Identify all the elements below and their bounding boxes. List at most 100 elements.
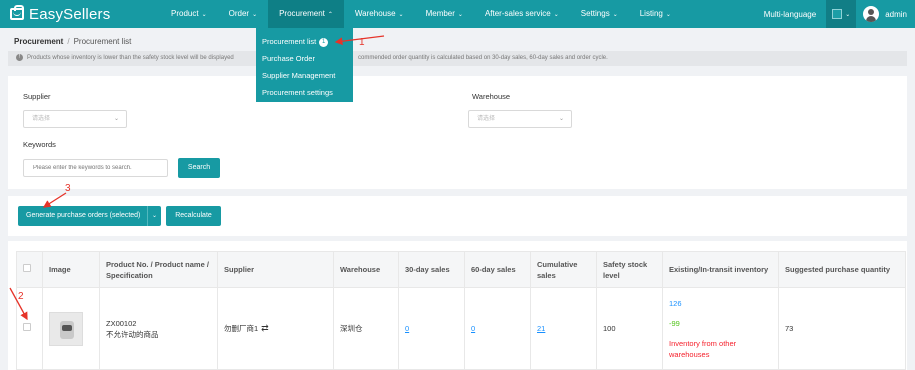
chevron-down-icon: ⌄ xyxy=(201,12,207,18)
annotation-2: 2 xyxy=(18,291,24,302)
breadcrumb: Procurement / Procurement list xyxy=(14,37,131,46)
sales30-link[interactable]: 0 xyxy=(405,324,409,333)
nav-listing[interactable]: Listing ⌄ xyxy=(629,0,682,28)
header-product: Product No. / Product name / Specificati… xyxy=(99,251,218,288)
sales30-cell: 0 xyxy=(398,287,465,370)
keywords-label: Keywords xyxy=(23,140,56,149)
search-button[interactable]: Search xyxy=(178,158,220,178)
breadcrumb-separator: / xyxy=(67,37,70,46)
table-header-row: Image Product No. / Product name / Speci… xyxy=(16,251,906,288)
top-navbar: EasySellers Product ⌄ Order ⌄ Procurement ⌃… xyxy=(0,0,915,28)
existing-cell: 126 -99 Inventory from other warehouses xyxy=(662,287,779,370)
cumulative-link[interactable]: 21 xyxy=(537,324,545,333)
safety-cell: 100 xyxy=(596,287,663,370)
procurement-table-panel: Image Product No. / Product name / Speci… xyxy=(8,241,907,370)
step-badge: 1 xyxy=(319,37,329,47)
main-nav: Product ⌄ Order ⌄ Procurement ⌃ Warehouse ⌄ … xyxy=(160,0,682,28)
shopping-bag-icon xyxy=(10,5,24,20)
supplier-name: 勿删厂商1 xyxy=(224,324,259,333)
theme-color-picker[interactable]: ⌄ xyxy=(826,0,857,28)
keywords-input[interactable] xyxy=(23,159,168,177)
menu-item-purchase-order[interactable]: Purchase Order xyxy=(256,50,353,67)
header-warehouse: Warehouse xyxy=(333,251,399,288)
chevron-down-icon: ⌄ xyxy=(558,116,564,122)
chevron-down-icon: ⌄ xyxy=(398,12,404,18)
chevron-down-icon: ⌄ xyxy=(665,12,671,18)
product-thumbnail[interactable] xyxy=(49,311,83,346)
annotation-3: 3 xyxy=(65,183,71,194)
existing-inventory[interactable]: 126 xyxy=(669,298,772,309)
language-switcher[interactable]: Multi-language xyxy=(764,10,816,19)
header-supplier: Supplier xyxy=(217,251,334,288)
suggested-cell: 73 xyxy=(778,287,906,370)
header-cumulative-sales: Cumulative sales xyxy=(530,251,597,288)
generate-label: Generate purchase orders (selected) xyxy=(26,212,141,219)
chevron-down-icon: ⌄ xyxy=(457,12,463,18)
header-30-day-sales: 30-day sales xyxy=(398,251,465,288)
sales60-link[interactable]: 0 xyxy=(471,324,475,333)
chevron-down-icon: ⌄ xyxy=(113,116,119,122)
warehouse-select-value: 请选择 xyxy=(477,116,496,122)
nav-right: Multi-language ⌄ admin xyxy=(764,0,915,28)
menu-item-procurement-settings[interactable]: Procurement settings xyxy=(256,84,353,101)
nav-warehouse[interactable]: Warehouse ⌄ xyxy=(344,0,415,28)
header-60-day-sales: 60-day sales xyxy=(464,251,531,288)
color-swatch-icon xyxy=(832,9,843,19)
header-image: Image xyxy=(42,251,100,288)
supplier-select[interactable]: 请选择 ⌄ xyxy=(23,110,127,128)
row-checkbox[interactable] xyxy=(23,323,31,331)
chevron-down-icon: ⌄ xyxy=(612,12,618,18)
recalculate-button[interactable]: Recalculate xyxy=(166,206,221,226)
procurement-dropdown-menu: Procurement list 1 Purchase Order Supplie… xyxy=(256,28,353,102)
avatar[interactable] xyxy=(863,6,880,22)
header-existing-inventory: Existing/In-transit inventory xyxy=(662,251,779,288)
nav-product[interactable]: Product ⌄ xyxy=(160,0,218,28)
nav-order[interactable]: Order ⌄ xyxy=(218,0,268,28)
nav-member[interactable]: Member ⌄ xyxy=(415,0,474,28)
header-suggested-quantity: Suggested purchase quantity xyxy=(778,251,906,288)
filter-panel: Supplier 请选择 ⌄ Warehouse 请选择 ⌄ Keywords … xyxy=(8,76,907,189)
sales60-cell: 0 xyxy=(464,287,531,370)
other-warehouse-link[interactable]: Inventory from other warehouses xyxy=(669,338,772,360)
user-name[interactable]: admin xyxy=(885,10,907,19)
procurement-table: Image Product No. / Product name / Speci… xyxy=(16,251,906,370)
header-safety-stock: Safety stock level xyxy=(596,251,663,288)
menu-item-procurement-list[interactable]: Procurement list 1 xyxy=(256,33,353,50)
info-tip-bar: ! Products whose inventory is lower than … xyxy=(8,51,907,66)
nav-procurement[interactable]: Procurement ⌃ xyxy=(268,0,344,28)
supplier-select-value: 请选择 xyxy=(32,116,51,122)
supplier-cell: 勿删厂商1 ⇄ xyxy=(217,287,334,370)
in-transit-inventory: -99 xyxy=(669,318,680,328)
chevron-down-icon: ⌄ xyxy=(252,12,258,18)
select-all-checkbox[interactable] xyxy=(23,264,31,272)
nav-settings[interactable]: Settings ⌄ xyxy=(570,0,629,28)
image-cell xyxy=(42,287,100,370)
generate-purchase-orders-button[interactable]: Generate purchase orders (selected) ⌄ xyxy=(18,206,161,226)
tip-text-left: Products whose inventory is lower than t… xyxy=(27,55,234,61)
swap-icon[interactable]: ⇄ xyxy=(261,323,269,333)
action-bar: Generate purchase orders (selected) ⌄ Re… xyxy=(8,196,907,236)
tip-text-right: commended order quantity is calculated b… xyxy=(358,55,608,61)
table-row: ZX00102 不允许动的商品 勿删厂商1 ⇄ 深圳仓 0 0 21 100 12… xyxy=(16,287,906,370)
chevron-down-icon: ⌄ xyxy=(553,12,559,18)
chevron-up-icon: ⌃ xyxy=(327,12,333,18)
warehouse-label: Warehouse xyxy=(472,92,511,101)
cumulative-cell: 21 xyxy=(530,287,597,370)
warehouse-select[interactable]: 请选择 ⌄ xyxy=(468,110,572,128)
warehouse-cell: 深圳仓 xyxy=(333,287,399,370)
brand-name: EasySellers xyxy=(29,5,111,23)
product-cell: ZX00102 不允许动的商品 xyxy=(99,287,218,370)
nav-after-sales[interactable]: After-sales service ⌄ xyxy=(474,0,570,28)
chevron-down-icon[interactable]: ⌄ xyxy=(147,206,161,226)
chevron-down-icon: ⌄ xyxy=(845,11,851,18)
brand-logo[interactable]: EasySellers xyxy=(10,5,160,23)
breadcrumb-parent[interactable]: Procurement xyxy=(14,37,63,46)
info-icon: ! xyxy=(16,53,23,61)
product-name: 不允许动的商品 xyxy=(106,329,159,339)
breadcrumb-current: Procurement list xyxy=(73,37,132,46)
product-no: ZX00102 xyxy=(106,318,137,328)
annotation-1: 1 xyxy=(359,37,365,48)
supplier-label: Supplier xyxy=(23,92,51,101)
select-all-cell xyxy=(16,251,43,288)
menu-item-supplier-management[interactable]: Supplier Management xyxy=(256,67,353,84)
